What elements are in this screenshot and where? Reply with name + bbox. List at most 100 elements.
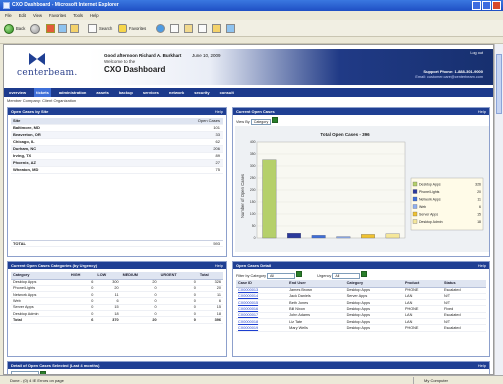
table-row[interactable]: Chicago, IL 62: [11, 139, 223, 146]
chart-bar[interactable]: [262, 159, 277, 239]
help-link[interactable]: Help: [478, 262, 486, 269]
case-id-link[interactable]: CX0000019: [236, 324, 288, 332]
table-row[interactable]: Beaverton, OR 33: [11, 132, 223, 139]
cell: 0: [158, 316, 198, 324]
urgency-filter-select[interactable]: All: [332, 273, 361, 279]
site-name[interactable]: Chicago, IL: [13, 139, 35, 146]
site-name[interactable]: Durham, NC: [13, 146, 36, 153]
legend-label: Phone/Lights: [419, 190, 440, 194]
address-bar[interactable]: [0, 37, 503, 44]
logout-link[interactable]: Log out: [470, 51, 483, 55]
welcome-text: Welcome to the: [104, 59, 136, 64]
col-status[interactable]: Status: [441, 280, 486, 288]
messenger-button[interactable]: [226, 23, 235, 34]
chart-bar[interactable]: [361, 234, 375, 239]
nav-security[interactable]: security: [192, 88, 211, 97]
site-name[interactable]: Irving, TX: [13, 153, 31, 160]
col-end-user[interactable]: End User: [287, 280, 345, 288]
minimize-button[interactable]: [472, 1, 481, 10]
favorites-button[interactable]: Favorites: [118, 23, 146, 34]
col-case-id[interactable]: Case ID: [236, 280, 288, 288]
go-button[interactable]: [361, 271, 368, 277]
media-icon: [156, 24, 165, 33]
chart-bar[interactable]: [385, 233, 400, 239]
menu-tools[interactable]: Tools: [73, 11, 83, 20]
home-button[interactable]: [70, 23, 79, 34]
centerbeam-logo-icon: [29, 53, 45, 65]
nav-backup[interactable]: backup: [117, 88, 135, 97]
nav-overview[interactable]: overview: [7, 88, 28, 97]
scrollbar-thumb[interactable]: [496, 54, 502, 114]
site-count: 27: [215, 160, 220, 165]
table-row[interactable]: Phoenix, AZ 27: [11, 160, 223, 167]
table-row[interactable]: Durham, NC 206: [11, 146, 223, 153]
help-link[interactable]: Help: [478, 108, 486, 115]
view-by-select[interactable]: Category: [250, 119, 272, 125]
legend-value: 15: [477, 212, 481, 216]
print-button[interactable]: [198, 23, 207, 34]
cell: 396: [197, 316, 223, 324]
vertical-scrollbar[interactable]: [494, 44, 503, 375]
help-link[interactable]: Help: [215, 108, 223, 115]
maximize-button[interactable]: [482, 1, 491, 10]
cell: Desktop Apps: [344, 324, 403, 332]
category-urgency-table: Category HIGH LOW MEDIUM URGENT Total De…: [11, 272, 223, 324]
back-button[interactable]: Back: [4, 23, 25, 34]
nav-network[interactable]: network: [167, 88, 186, 97]
nav-administration[interactable]: administration: [57, 88, 89, 97]
col-category[interactable]: Category: [344, 280, 403, 288]
menu-favorites[interactable]: Favorites: [49, 11, 66, 20]
table-row[interactable]: Baltimore, MD 101: [11, 125, 223, 132]
site-name[interactable]: Phoenix, AZ: [13, 160, 36, 167]
stop-button[interactable]: [46, 23, 55, 34]
col-product[interactable]: Product: [402, 280, 442, 288]
site-count: 101: [213, 125, 220, 130]
history-button[interactable]: [170, 23, 179, 34]
window-titlebar[interactable]: CXO Dashboard - Microsoft Internet Explo…: [0, 0, 503, 11]
col-open-cases[interactable]: Open Cases: [198, 118, 220, 125]
col-total[interactable]: Total: [197, 272, 223, 280]
legend-value: 20: [477, 190, 481, 194]
col-low[interactable]: LOW: [95, 272, 121, 280]
history-icon: [170, 24, 179, 33]
media-button[interactable]: [156, 23, 165, 34]
site-name[interactable]: Wheaton, MD: [13, 167, 38, 174]
folder-button[interactable]: [212, 23, 221, 34]
site-name[interactable]: Baltimore, MD: [13, 125, 40, 132]
category-filter-select[interactable]: All: [267, 273, 296, 279]
support-email[interactable]: Email: customer.care@centerbeam.com: [415, 75, 483, 79]
table-row[interactable]: Irving, TX 89: [11, 153, 223, 160]
menu-help[interactable]: Help: [90, 11, 99, 20]
col-medium[interactable]: MEDIUM: [120, 272, 159, 280]
chart-bar[interactable]: [287, 233, 301, 239]
nav-services[interactable]: services: [141, 88, 161, 97]
go-button[interactable]: [296, 271, 303, 277]
site-name[interactable]: Beaverton, OR: [13, 132, 41, 139]
help-link[interactable]: Help: [478, 362, 486, 369]
col-urgent[interactable]: URGENT: [158, 272, 198, 280]
open-cases-chart: Total Open Cases - 396 Number of Open Ca…: [235, 126, 489, 252]
cell: 6: [68, 316, 96, 324]
menu-file[interactable]: File: [5, 11, 12, 20]
close-button[interactable]: [492, 1, 501, 10]
nav-assets[interactable]: assets: [94, 88, 110, 97]
col-high[interactable]: HIGH: [68, 272, 96, 280]
nav-tickets[interactable]: tickets: [34, 88, 51, 97]
table-total-row: Total 6 370 20 0 396: [11, 316, 223, 324]
chart-bar[interactable]: [336, 236, 351, 239]
search-button[interactable]: Search: [88, 23, 112, 34]
forward-button[interactable]: [30, 23, 40, 34]
menu-edit[interactable]: Edit: [19, 11, 26, 20]
nav-consult[interactable]: consult: [218, 88, 236, 97]
mail-button[interactable]: [184, 23, 193, 34]
table-row[interactable]: CX0000019 Mary Wells Desktop Apps PHONE Esca…: [236, 324, 486, 332]
chart-bar[interactable]: [311, 235, 326, 239]
folder-icon: [212, 24, 221, 33]
help-link[interactable]: Help: [215, 262, 223, 269]
category-filter-label: Filter by Category: [236, 274, 266, 278]
table-row[interactable]: Wheaton, MD 75: [11, 167, 223, 174]
go-button[interactable]: [272, 117, 279, 123]
refresh-button[interactable]: [58, 23, 67, 34]
menu-view[interactable]: View: [33, 11, 42, 20]
col-category[interactable]: Category: [11, 272, 69, 280]
